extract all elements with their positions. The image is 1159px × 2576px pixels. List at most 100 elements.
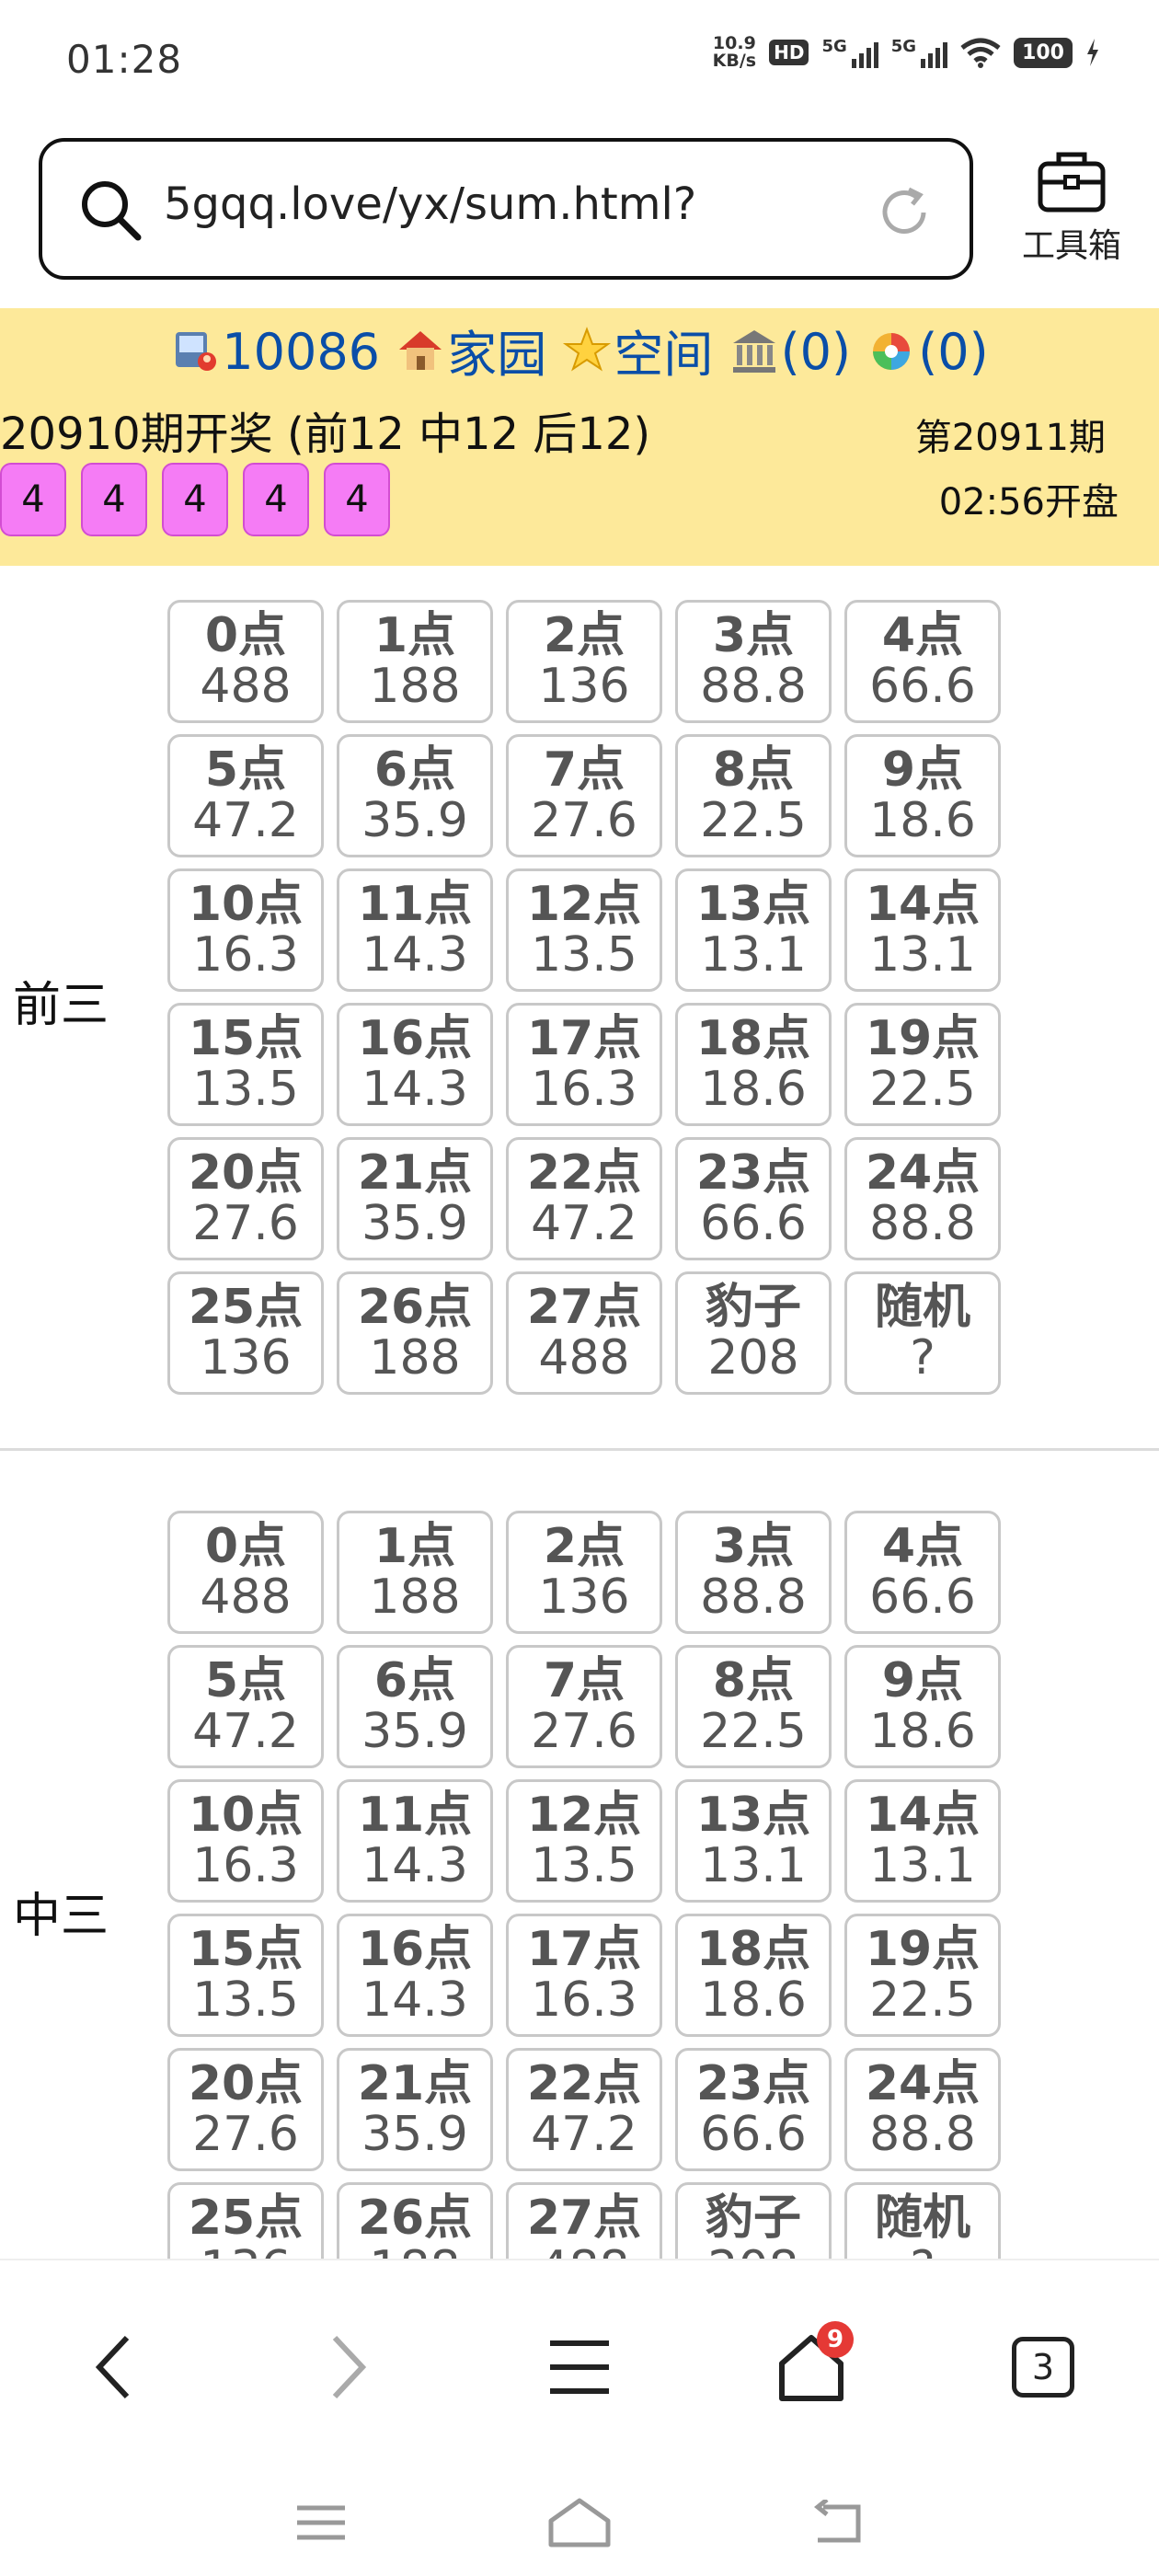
bet-option[interactable]: 19点 22.5	[844, 1914, 1001, 2037]
bet-option-name: 5点	[204, 742, 287, 798]
bet-option[interactable]: 6点 35.9	[337, 1645, 493, 1768]
bet-option-odds: 88.8	[869, 1196, 976, 1251]
forward-icon	[332, 2335, 367, 2399]
bet-option[interactable]: 9点 18.6	[844, 734, 1001, 857]
bet-option[interactable]: 17点 16.3	[506, 1914, 662, 2037]
menu-button[interactable]	[534, 2321, 625, 2413]
toolbox-button[interactable]: 工具箱	[1012, 147, 1131, 267]
bet-option[interactable]: 7点 27.6	[506, 734, 662, 857]
bet-option[interactable]: 23点 66.6	[675, 1137, 832, 1260]
bet-option[interactable]: 6点 35.9	[337, 734, 493, 857]
bet-option[interactable]: 21点 35.9	[337, 1137, 493, 1260]
reload-icon[interactable]	[876, 184, 933, 241]
bet-option[interactable]: 5点 47.2	[167, 1645, 324, 1768]
bet-option[interactable]: 8点 22.5	[675, 734, 832, 857]
bet-option[interactable]: 0点 488	[167, 1511, 324, 1634]
wifi-icon	[960, 38, 1001, 68]
bet-option[interactable]: 20点 27.6	[167, 1137, 324, 1260]
bet-option-odds: 136	[538, 1570, 630, 1625]
bet-option[interactable]: 1点 188	[337, 600, 493, 723]
bet-option[interactable]: 4点 66.6	[844, 1511, 1001, 1634]
bet-option[interactable]: 25点136	[167, 2182, 324, 2259]
bet-option-name: 6点	[373, 1653, 456, 1708]
bet-option[interactable]: 10点 16.3	[167, 1779, 324, 1903]
star-icon	[563, 326, 612, 371]
bet-option[interactable]: 随机?	[844, 2182, 1001, 2259]
bet-option[interactable]: 19点 22.5	[844, 1003, 1001, 1126]
bet-option[interactable]: 27点488	[506, 1271, 662, 1395]
bet-option[interactable]: 随机?	[844, 1271, 1001, 1395]
nav-links: 10086 家园 空间 (0) (0)	[0, 314, 1159, 386]
back-icon	[95, 2335, 130, 2399]
bet-option-name: 18点	[695, 1011, 811, 1066]
bet-option[interactable]: 12点 13.5	[506, 1779, 662, 1903]
bet-option[interactable]: 1点 188	[337, 1511, 493, 1634]
bet-option[interactable]: 22点 47.2	[506, 2048, 662, 2171]
bet-option[interactable]: 16点 14.3	[337, 1003, 493, 1126]
bet-option[interactable]: 3点 88.8	[675, 1511, 832, 1634]
bet-option[interactable]: 3点 88.8	[675, 600, 832, 723]
bet-option[interactable]: 10点 16.3	[167, 868, 324, 992]
bet-option-name: 22点	[526, 1145, 642, 1201]
nav-link-space[interactable]: 空间	[562, 314, 713, 386]
url-text[interactable]: 5gqq.love/yx/sum.html?	[164, 178, 696, 230]
bet-option[interactable]: 20点 27.6	[167, 2048, 324, 2171]
system-menu-button[interactable]	[280, 2490, 362, 2555]
nav-link-home[interactable]: 家园	[396, 314, 546, 386]
bet-option[interactable]: 22点 47.2	[506, 1137, 662, 1260]
bet-option[interactable]: 11点 14.3	[337, 1779, 493, 1903]
bet-option[interactable]: 17点 16.3	[506, 1003, 662, 1126]
bet-option[interactable]: 2点 136	[506, 600, 662, 723]
back-button[interactable]	[68, 2321, 160, 2413]
nav-link-bank[interactable]: (0)	[729, 319, 851, 381]
bet-option-name: 20点	[188, 1145, 304, 1201]
bet-option[interactable]: 26点188	[337, 1271, 493, 1395]
bet-option[interactable]: 21点 35.9	[337, 2048, 493, 2171]
bet-option[interactable]: 16点 14.3	[337, 1914, 493, 2037]
bet-option-odds: 488	[538, 1330, 630, 1386]
home-button[interactable]: 9	[765, 2321, 857, 2413]
bet-option[interactable]: 18点 18.6	[675, 1003, 832, 1126]
bet-option[interactable]: 24点 88.8	[844, 1137, 1001, 1260]
bet-option[interactable]: 12点 13.5	[506, 868, 662, 992]
bet-option[interactable]: 15点 13.5	[167, 1003, 324, 1126]
status-time: 01:28	[66, 37, 183, 82]
bet-option[interactable]: 26点188	[337, 2182, 493, 2259]
bet-option[interactable]: 24点 88.8	[844, 2048, 1001, 2171]
bet-option[interactable]: 2点 136	[506, 1511, 662, 1634]
bet-option[interactable]: 18点 18.6	[675, 1914, 832, 2037]
bet-option[interactable]: 7点 27.6	[506, 1645, 662, 1768]
system-home-button[interactable]	[538, 2490, 621, 2555]
bet-option-name: 20点	[188, 2056, 304, 2111]
forward-button[interactable]	[302, 2321, 394, 2413]
phone-user-icon	[176, 332, 217, 372]
bet-option[interactable]: 13点 13.1	[675, 868, 832, 992]
bet-option-name: 豹子	[705, 1280, 801, 1335]
bet-option[interactable]: 14点 13.1	[844, 868, 1001, 992]
bet-option[interactable]: 11点 14.3	[337, 868, 493, 992]
bet-option[interactable]: 8点 22.5	[675, 1645, 832, 1768]
bet-option[interactable]: 14点 13.1	[844, 1779, 1001, 1903]
bet-option[interactable]: 5点 47.2	[167, 734, 324, 857]
bet-option[interactable]: 23点 66.6	[675, 2048, 832, 2171]
bet-option[interactable]: 4点 66.6	[844, 600, 1001, 723]
bet-option[interactable]: 9点 18.6	[844, 1645, 1001, 1768]
system-back-button[interactable]	[797, 2490, 879, 2555]
bet-option[interactable]: 豹子208	[675, 1271, 832, 1395]
toolbox-icon	[1038, 152, 1106, 213]
nav-link-10086[interactable]: 10086	[170, 319, 380, 381]
bet-grid-middle: 0点 488 1点 188 2点 136 3点 88.8 4点 66.6 5点 47.2 6点 35.9 7…	[167, 1511, 1001, 2259]
bet-option-name: 14点	[865, 1788, 981, 1843]
bet-option-odds: 47.2	[192, 1704, 299, 1759]
address-bar[interactable]: 5gqq.love/yx/sum.html?	[39, 138, 973, 280]
bet-option[interactable]: 豹子208	[675, 2182, 832, 2259]
bet-option-odds: 188	[369, 1330, 461, 1386]
tabs-button[interactable]: 3	[997, 2321, 1089, 2413]
bet-option[interactable]: 25点136	[167, 1271, 324, 1395]
bet-option[interactable]: 15点 13.5	[167, 1914, 324, 2037]
bet-option[interactable]: 0点 488	[167, 600, 324, 723]
nav-link-color[interactable]: (0)	[866, 319, 989, 381]
bet-option[interactable]: 27点488	[506, 2182, 662, 2259]
signal-icon: 5G	[821, 37, 878, 68]
bet-option[interactable]: 13点 13.1	[675, 1779, 832, 1903]
